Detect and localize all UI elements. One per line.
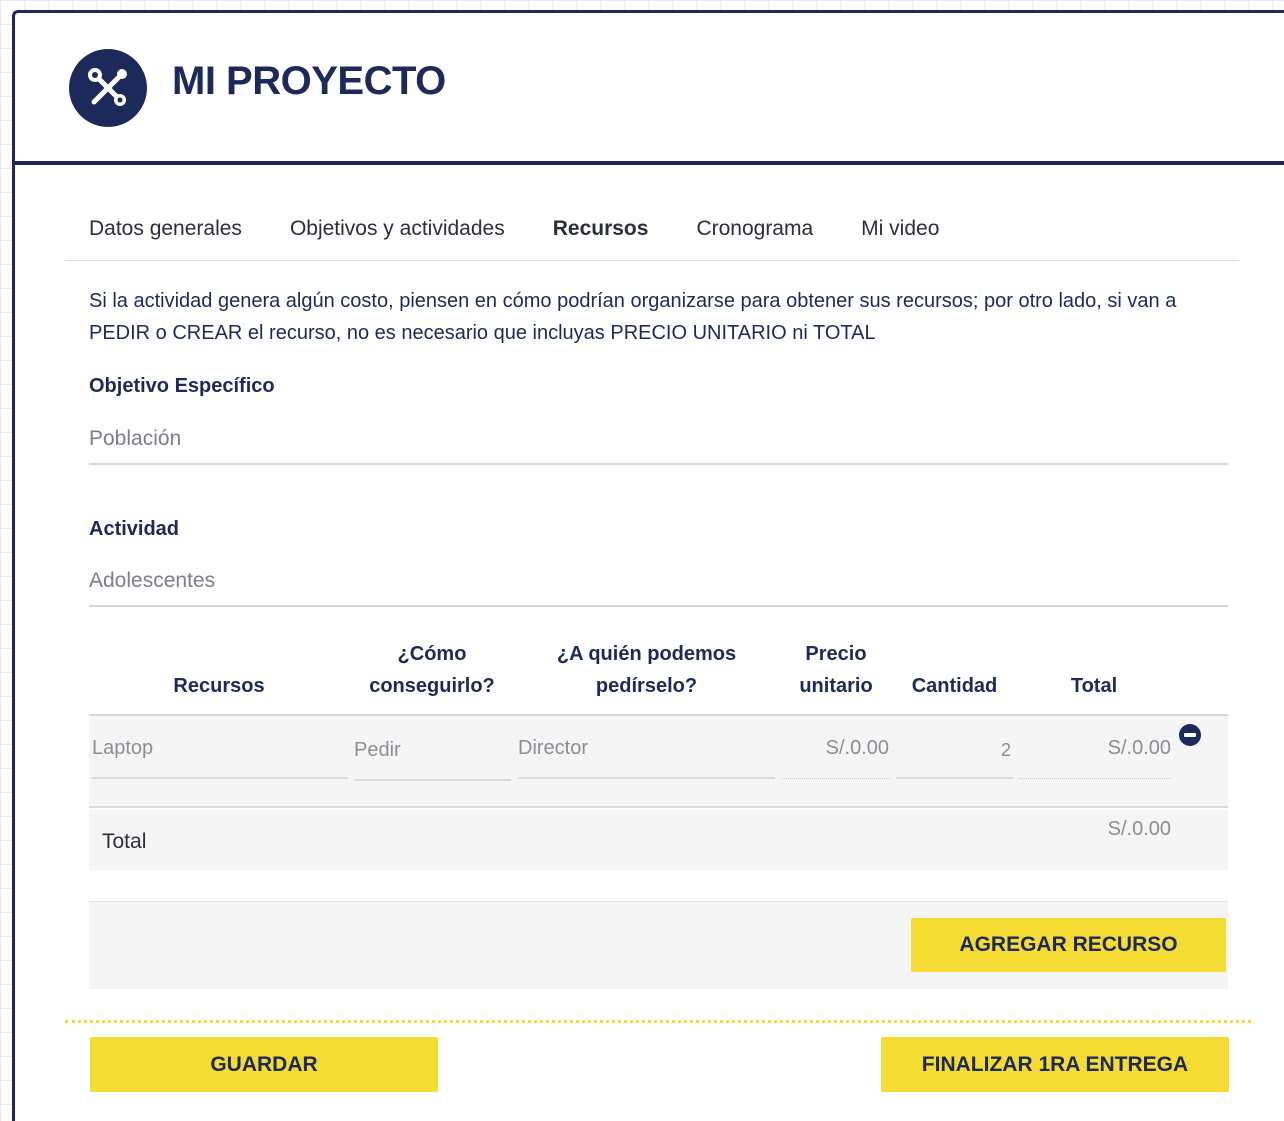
table-header: Recursos ¿Cómo conseguirlo? ¿A quién pod… [89,638,1228,716]
info-text: Si la actividad genera algún costo, pien… [89,290,1177,344]
tools-icon [69,49,147,127]
total-value: S/.0.00 [1019,733,1171,779]
tab-bar: Datos generales Objetivos y actividades … [65,203,1239,261]
objetivo-value[interactable]: Población [89,421,1228,465]
como-select[interactable]: Pedir [354,735,511,781]
header-recursos: Recursos [173,675,265,697]
total-label: Total [102,830,147,853]
header-quien: ¿A quién podemos pedírselo? [556,643,737,697]
actions-panel: AGREGAR RECURSO [89,901,1228,989]
divider [65,1020,1251,1023]
header-precio: Precio unitario [799,643,873,697]
recurso-input[interactable]: Laptop [92,733,348,779]
header-como: ¿Cómo conseguirlo? [369,643,495,697]
remove-row-icon[interactable] [1179,724,1201,746]
tab-recursos[interactable]: Recursos [529,203,673,260]
page-header: MI PROYECTO [15,13,1284,165]
page-title: MI PROYECTO [172,59,446,103]
header-cantidad: Cantidad [911,675,998,697]
precio-input[interactable]: S/.0.00 [782,733,889,779]
project-card: MI PROYECTO Datos generales Objetivos y … [12,10,1284,1121]
total-row: Total S/.0.00 [89,810,1228,870]
tab-objetivos[interactable]: Objetivos y actividades [266,203,529,260]
objetivo-label: Objetivo Específico [89,375,275,397]
header-total: Total [1070,675,1118,697]
actividad-label: Actividad [89,518,180,540]
finalizar-entrega-button[interactable]: FINALIZAR 1RA ENTREGA [881,1037,1229,1092]
guardar-button[interactable]: GUARDAR [90,1037,438,1092]
agregar-recurso-button[interactable]: AGREGAR RECURSO [911,918,1226,972]
quien-input[interactable]: Director [518,733,775,779]
grand-total-value: S/.0.00 [1107,818,1171,840]
tab-cronograma[interactable]: Cronograma [672,203,837,260]
tab-mi-video[interactable]: Mi video [837,203,963,260]
cantidad-input[interactable]: 2 [896,733,1013,779]
tab-datos-generales[interactable]: Datos generales [65,203,266,260]
table-row: Laptop Pedir Director S/.0.00 2 S/.0.00 [89,716,1228,808]
actividad-value[interactable]: Adolescentes [89,563,1228,607]
